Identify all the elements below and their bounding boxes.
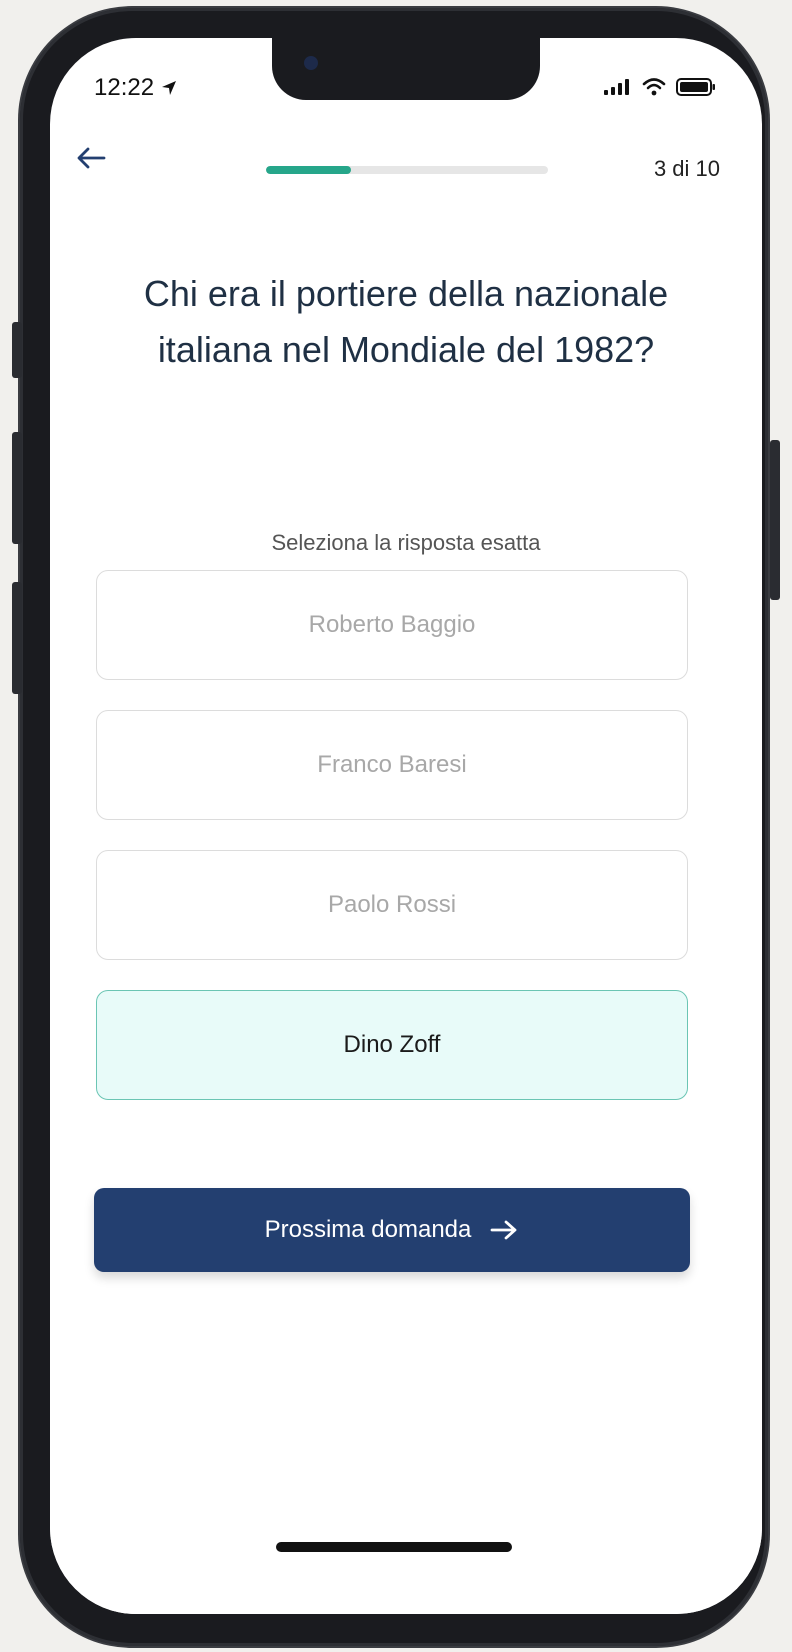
progress-bar-fill: [266, 166, 351, 174]
wifi-icon: [642, 78, 666, 96]
mute-switch: [12, 322, 22, 378]
question-counter: 3 di 10: [653, 156, 720, 181]
status-time: 12:22: [94, 74, 178, 102]
answer-option-selected[interactable]: Dino Zoff: [96, 990, 688, 1100]
answer-option-label: Dino Zoff: [343, 1031, 441, 1058]
answer-option[interactable]: Roberto Baggio: [96, 570, 688, 680]
answer-option-label: Paolo Rossi: [327, 891, 457, 918]
home-indicator[interactable]: [276, 1542, 512, 1552]
answer-option[interactable]: Franco Baresi: [96, 710, 688, 820]
next-question-label: Prossima domanda: [264, 1216, 472, 1243]
screen: 12:22 3 di 10 Chi era il portiere della …: [50, 38, 762, 1614]
answer-option[interactable]: Paolo Rossi: [96, 850, 688, 960]
power-button: [770, 440, 780, 600]
progress-bar: [266, 166, 548, 174]
next-question-button[interactable]: Prossima domanda: [94, 1188, 690, 1272]
back-button[interactable]: [74, 142, 110, 174]
status-icons: [604, 78, 716, 96]
instruction-text: Seleziona la risposta esatta: [271, 530, 541, 555]
volume-up-button: [12, 432, 22, 544]
battery-icon: [676, 78, 715, 96]
signal-icon: [604, 79, 629, 95]
bottom-area: [50, 1304, 762, 1614]
question-text: Chi era il portiere della nazionale ital…: [143, 273, 669, 370]
answer-option-label: Roberto Baggio: [308, 611, 476, 638]
answer-option-label: Franco Baresi: [317, 751, 467, 778]
status-time-text: 12:22: [94, 74, 155, 101]
camera-icon: [304, 56, 318, 70]
location-arrow-icon: [162, 81, 177, 95]
arrow-left-icon: [77, 147, 106, 169]
arrow-right-icon: [490, 1220, 517, 1240]
volume-down-button: [12, 582, 22, 694]
